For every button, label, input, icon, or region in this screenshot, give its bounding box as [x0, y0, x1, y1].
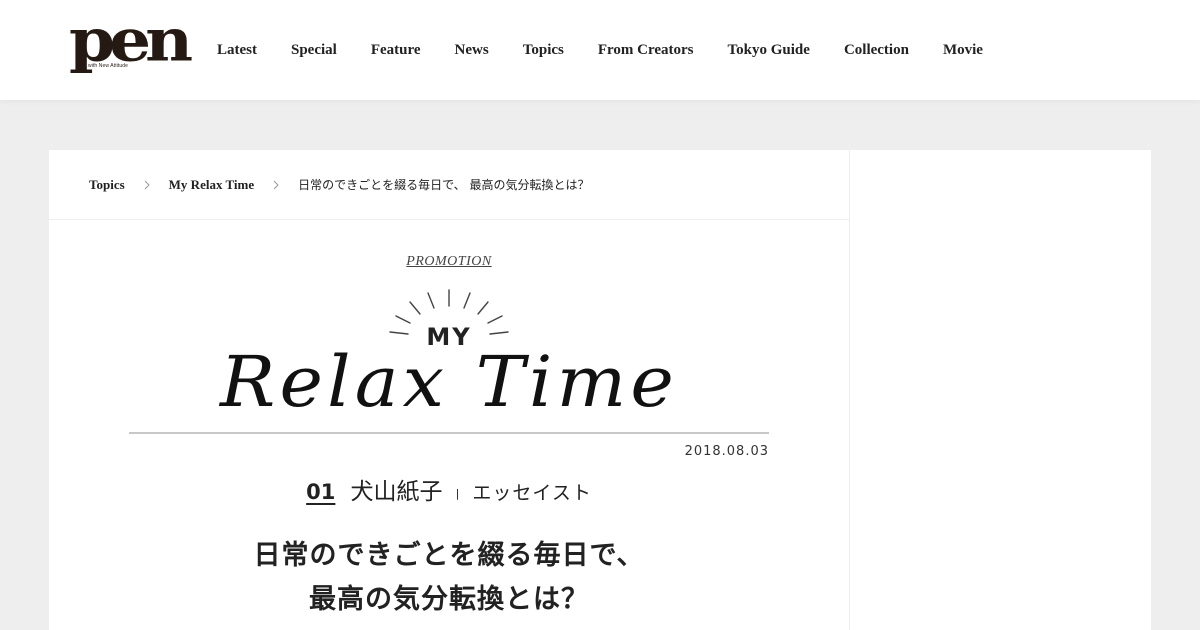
promotion-label[interactable]: PROMOTION: [49, 254, 849, 270]
nav-news[interactable]: News: [438, 42, 506, 59]
nav-tokyo-guide[interactable]: Tokyo Guide: [711, 42, 827, 59]
byline-separator: |: [455, 487, 460, 500]
breadcrumb-my-relax-time[interactable]: My Relax Time: [169, 177, 254, 193]
logo-relax-time-text: Relax Time: [218, 341, 678, 418]
site-logo[interactable]: pen with New Attitude: [69, 10, 193, 80]
nav-topics[interactable]: Topics: [506, 42, 581, 59]
author-role: エッセイスト: [472, 482, 592, 504]
article-byline: 01 犬山紙子 | エッセイスト: [49, 472, 849, 506]
author-name: 犬山紙子: [350, 479, 443, 505]
breadcrumb-topics[interactable]: Topics: [89, 177, 125, 193]
publish-date: 2018.08.03: [684, 444, 769, 459]
nav-collection[interactable]: Collection: [827, 42, 926, 59]
logo-wordmark: pen: [69, 4, 193, 75]
site-header: pen with New Attitude Latest Special Fea…: [0, 0, 1200, 100]
nav-latest[interactable]: Latest: [200, 42, 274, 59]
breadcrumb-current: 日常のできごとを綴る毎日で、 最高の気分転換とは？: [298, 178, 590, 192]
logo-tagline: with New Attitude: [87, 63, 130, 69]
article-title-line-2: 最高の気分転換とは？: [309, 584, 589, 615]
chevron-right-icon: [254, 180, 298, 190]
nav-movie[interactable]: Movie: [926, 42, 1000, 59]
article-title-line-1: 日常のできごとを綴る毎日で、: [253, 540, 645, 571]
nav-feature[interactable]: Feature: [354, 42, 438, 59]
article-number: 01: [306, 480, 336, 504]
article-title: 日常のできごとを綴る毎日で、 最高の気分転換とは？: [49, 534, 849, 622]
chevron-right-icon: [125, 180, 169, 190]
main-nav: Latest Special Feature News Topics From …: [200, 0, 1000, 100]
nav-special[interactable]: Special: [274, 42, 354, 59]
nav-from-creators[interactable]: From Creators: [581, 42, 711, 59]
article-card: Topics My Relax Time 日常のできごとを綴る毎日で、 最高の気…: [49, 150, 849, 630]
breadcrumb: Topics My Relax Time 日常のできごとを綴る毎日で、 最高の気…: [49, 150, 849, 220]
my-relax-time-logo: MY Relax Time: [218, 289, 678, 418]
sidebar: [850, 150, 1151, 630]
title-divider: [129, 432, 769, 434]
